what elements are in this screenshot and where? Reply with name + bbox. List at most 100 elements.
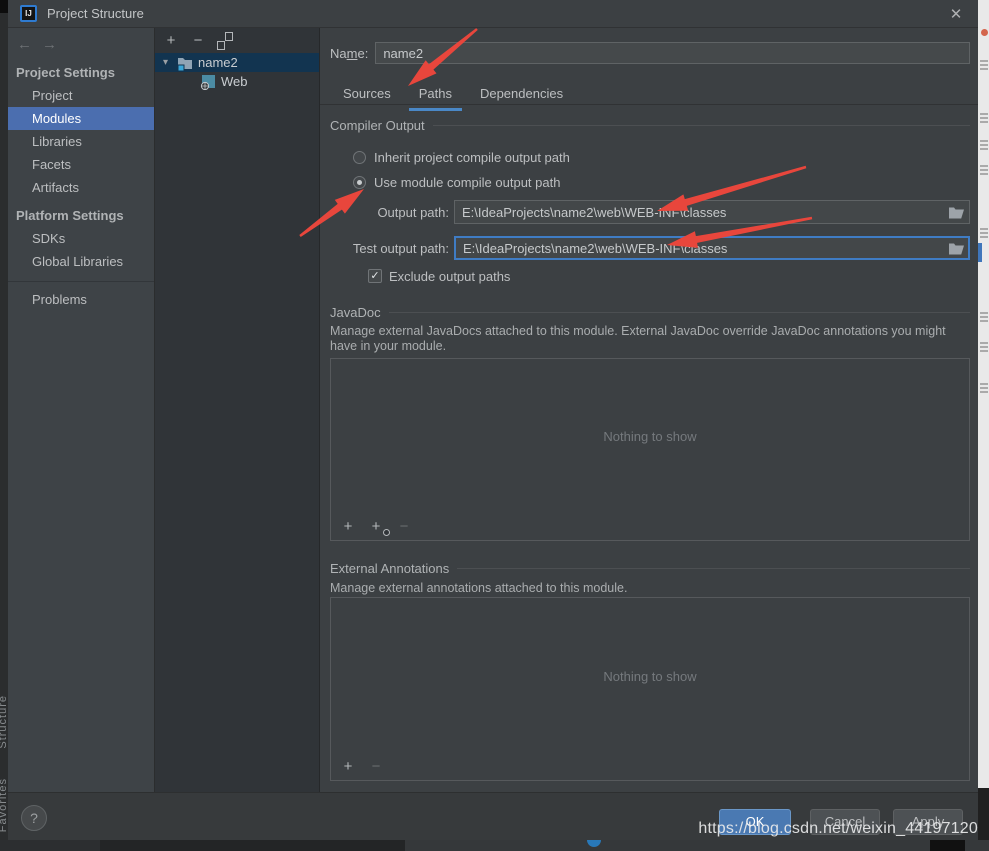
sidebar-item-modules[interactable]: Modules: [8, 107, 154, 130]
output-path-label: Output path:: [330, 205, 449, 220]
sidebar-divider: [8, 281, 154, 282]
radio-label: Inherit project compile output path: [374, 150, 570, 165]
remove-icon: −: [194, 32, 203, 49]
test-output-path-field: [454, 236, 970, 260]
external-annotations-list: Nothing to show + −: [330, 597, 970, 781]
tree-toolbar: + −: [155, 28, 319, 53]
add-javadoc-button[interactable]: +: [340, 520, 356, 534]
browse-folder-button[interactable]: [948, 205, 965, 219]
radio-inherit-output[interactable]: Inherit project compile output path: [353, 147, 570, 167]
section-external-annotations: External Annotations: [330, 561, 970, 576]
radio-button-icon-selected[interactable]: [353, 176, 366, 189]
watermark-text: https://blog.csdn.net/weixin_44197120: [698, 820, 978, 838]
section-rule: [389, 312, 970, 313]
status-bar-icon: [587, 840, 601, 847]
dialog-titlebar: IJ Project Structure ✕: [8, 0, 978, 28]
window-sliver-mark: [980, 342, 988, 353]
close-button[interactable]: ✕: [946, 4, 966, 24]
checkbox-label: Exclude output paths: [389, 269, 510, 284]
remove-icon: −: [372, 758, 381, 775]
sidebar-item-facets[interactable]: Facets: [8, 153, 154, 176]
sidebar-item-global-libraries[interactable]: Global Libraries: [8, 250, 154, 273]
forward-arrow-icon: →: [42, 36, 57, 53]
toolwindow-button-favorites[interactable]: Favorites: [0, 778, 8, 832]
remove-annotation-root-button[interactable]: −: [368, 760, 384, 774]
checkbox-checked-icon[interactable]: ✓: [368, 269, 382, 283]
radio-label: Use module compile output path: [374, 175, 560, 190]
output-path-row: Output path:: [330, 200, 970, 224]
back-button[interactable]: ←: [17, 36, 32, 53]
background-window-dot: [981, 29, 988, 36]
sidebar-item-problems[interactable]: Problems: [8, 288, 154, 311]
help-button[interactable]: ?: [21, 805, 47, 831]
javadoc-description: Manage external JavaDocs attached to thi…: [330, 324, 962, 355]
chevron-down-icon[interactable]: ▾: [163, 57, 177, 68]
add-annotation-root-button[interactable]: +: [340, 760, 356, 774]
open-folder-icon: [948, 205, 965, 219]
close-icon: ✕: [950, 5, 963, 23]
background-window-accent: [978, 243, 982, 262]
globe-badge-icon: [383, 529, 390, 536]
sidebar-header-platform-settings: Platform Settings: [8, 199, 154, 227]
output-path-input[interactable]: [454, 200, 970, 224]
window-sliver-mark: [980, 113, 988, 124]
remove-javadoc-button[interactable]: −: [396, 520, 412, 534]
window-sliver-mark: [980, 228, 988, 239]
module-settings-panel: Name: Sources Paths Dependencies Compile…: [320, 28, 978, 792]
section-title: JavaDoc: [330, 305, 381, 320]
modules-tree-panel: + − ▾ name2: [155, 28, 320, 792]
sidebar-item-sdks[interactable]: SDKs: [8, 227, 154, 250]
tree-row-facet-web[interactable]: Web: [155, 72, 319, 91]
tab-sources[interactable]: Sources: [343, 86, 391, 105]
radio-button-icon[interactable]: [353, 151, 366, 164]
ide-corner-block: [0, 0, 8, 13]
intellij-logo-icon: IJ: [20, 5, 37, 22]
output-path-field: [454, 200, 970, 224]
javadoc-empty-text: Nothing to show: [331, 359, 969, 514]
exclude-output-paths-checkbox-row[interactable]: ✓ Exclude output paths: [368, 268, 510, 284]
bottom-bar-segment: [930, 840, 965, 851]
module-name-input[interactable]: [375, 42, 970, 64]
test-output-path-input[interactable]: [454, 236, 970, 260]
help-icon: ?: [30, 810, 38, 826]
add-icon: +: [372, 518, 381, 535]
web-facet-icon: [200, 74, 216, 90]
ide-left-toolwindow-strip: Structure Favorites: [0, 0, 8, 840]
background-window-sliver: [978, 0, 989, 840]
add-module-button[interactable]: +: [163, 34, 179, 48]
history-nav: ← →: [8, 32, 154, 56]
section-compiler-output: Compiler Output: [330, 118, 970, 133]
sidebar-item-project[interactable]: Project: [8, 84, 154, 107]
tabs-separator: [320, 104, 978, 105]
external-annotations-toolbar: + −: [331, 754, 969, 780]
section-javadoc: JavaDoc: [330, 305, 970, 320]
remove-module-button[interactable]: −: [190, 34, 206, 48]
add-icon: +: [344, 758, 353, 775]
dialog-title: Project Structure: [47, 6, 144, 21]
window-sliver-mark: [980, 140, 988, 151]
tree-row-module-name2[interactable]: ▾ name2: [155, 53, 319, 72]
tab-dependencies[interactable]: Dependencies: [480, 86, 563, 105]
section-title: External Annotations: [330, 561, 449, 576]
ide-bottom-bar: [0, 840, 989, 851]
tab-paths[interactable]: Paths: [419, 86, 452, 105]
name-label: Name:: [330, 46, 368, 61]
tree-node-label: name2: [198, 55, 238, 70]
browse-folder-button[interactable]: [948, 241, 965, 255]
section-rule: [433, 125, 970, 126]
section-rule: [457, 568, 970, 569]
sidebar-item-libraries[interactable]: Libraries: [8, 130, 154, 153]
sidebar-header-project-settings: Project Settings: [8, 56, 154, 84]
external-annotations-empty-text: Nothing to show: [331, 598, 969, 754]
radio-module-output[interactable]: Use module compile output path: [353, 172, 560, 192]
toolwindow-button-structure[interactable]: Structure: [0, 695, 8, 749]
background-window-dark-tail: [978, 788, 989, 840]
screen: Structure Favorites IJ Project Structure…: [0, 0, 989, 851]
sidebar-item-artifacts[interactable]: Artifacts: [8, 176, 154, 199]
forward-button[interactable]: →: [42, 36, 57, 53]
module-name-row: Name:: [330, 42, 970, 64]
section-title: Compiler Output: [330, 118, 425, 133]
add-javadoc-url-button[interactable]: +: [368, 520, 384, 534]
bottom-bar-segment: [100, 840, 405, 851]
window-sliver-mark: [980, 383, 988, 394]
